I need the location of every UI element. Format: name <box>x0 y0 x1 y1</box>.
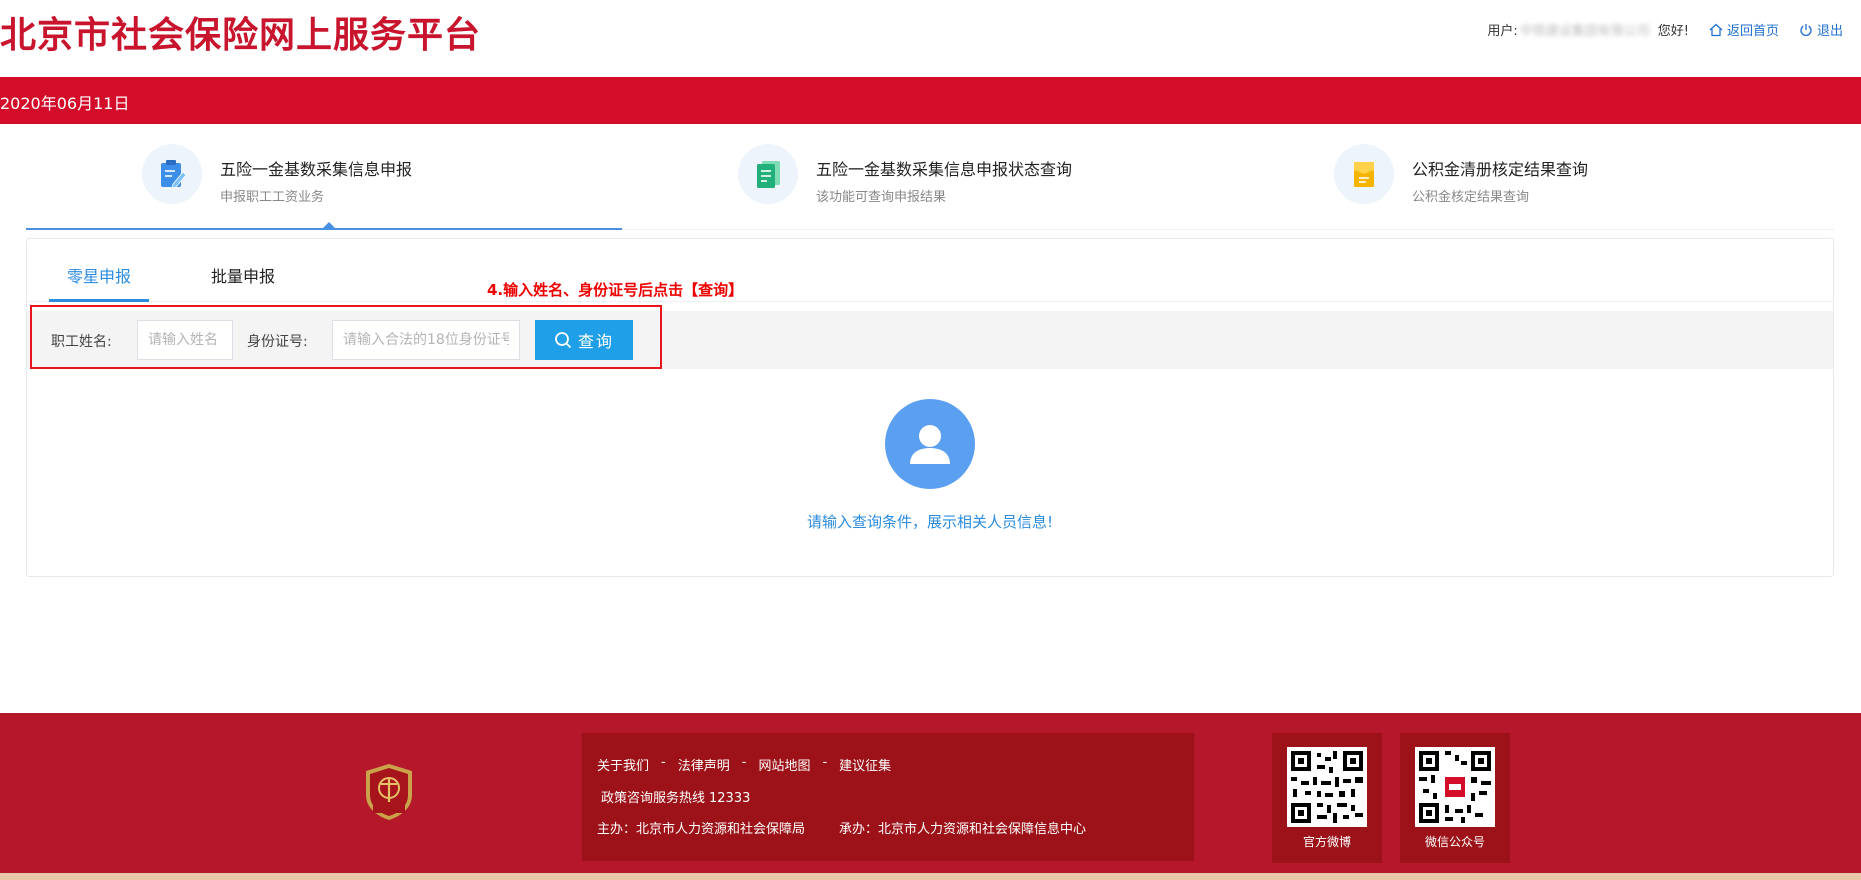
date-bar: 2020年06月11日 <box>0 77 1861 124</box>
qr-code-icon <box>1415 747 1495 827</box>
sub-tabs: 零星申报 批量申报 <box>27 239 1833 302</box>
document-icon <box>738 144 798 204</box>
qr-weibo: 官方微博 <box>1272 733 1382 863</box>
footer-link-legal[interactable]: 法律声明 <box>678 755 730 774</box>
annotation-highlight-box <box>30 305 662 369</box>
active-tab-indicator <box>26 228 622 230</box>
sub-tab-underline <box>49 299 149 302</box>
edit-form-icon <box>142 144 202 204</box>
footer-hotline: 政策咨询服务热线 12333 <box>597 787 750 806</box>
tab-batch-declaration[interactable]: 批量申报 <box>211 263 275 287</box>
qr-code-icon <box>1287 747 1367 827</box>
home-link[interactable]: 返回首页 <box>1709 20 1779 39</box>
page-root: 北京市社会保险网上服务平台 用户: 中铁建设集团有限公司 您好! 返回首页 退出 <box>0 0 1861 880</box>
site-title: 北京市社会保险网上服务平台 <box>0 15 482 56</box>
qr-label: 官方微博 <box>1302 835 1351 849</box>
footer-link-separator: - <box>661 755 666 770</box>
func-tab-title: 五险一金基数采集信息申报 <box>220 160 413 179</box>
hotline-label: 政策咨询服务热线 <box>601 791 706 806</box>
empty-state: 请输入查询条件，展示相关人员信息! <box>27 399 1833 532</box>
folder-icon <box>1334 144 1394 204</box>
home-icon <box>1709 23 1723 36</box>
home-link-label: 返回首页 <box>1726 24 1779 39</box>
func-tab-title: 五险一金基数采集信息申报状态查询 <box>816 160 1073 179</box>
footer-bottom-strip <box>0 873 1861 880</box>
main-panel: 零星申报 批量申报 4.输入姓名、身份证号后点击【查询】 职工姓名: 身份证号:… <box>26 238 1834 577</box>
active-tab-caret <box>323 222 335 228</box>
footer-link-separator: - <box>741 755 747 770</box>
footer-links: 关于我们 - 法律声明 - 网站地图 - 建议征集 <box>597 755 891 774</box>
func-tab-status-query[interactable]: 五险一金基数采集信息申报状态查询 该功能可查询申报结果 <box>738 140 1072 230</box>
hotline-number: 12333 <box>709 791 751 806</box>
current-date: 2020年06月11日 <box>0 94 130 113</box>
footer-link-feedback[interactable]: 建议征集 <box>839 755 891 774</box>
qr-label: 微信公众号 <box>1424 835 1485 849</box>
footer-link-sitemap[interactable]: 网站地图 <box>758 755 810 774</box>
user-area: 用户: 中铁建设集团有限公司 您好! 返回首页 退出 <box>1487 20 1843 39</box>
func-tab-fund-query[interactable]: 公积金清册核定结果查询 公积金核定结果查询 <box>1334 140 1588 230</box>
instruction-annotation: 4.输入姓名、身份证号后点击【查询】 <box>487 281 744 299</box>
qr-wechat: 微信公众号 <box>1400 733 1510 863</box>
function-tabs: 五险一金基数采集信息申报 申报职工工资业务 五险一金基数采集信息申报状态查询 该… <box>26 140 1834 230</box>
user-name: 中铁建设集团有限公司 <box>1519 24 1650 39</box>
power-icon <box>1800 23 1812 36</box>
footer-host: 主办：北京市人力资源和社会保障局 <box>597 822 806 837</box>
func-tab-subtitle: 该功能可查询申报结果 <box>816 190 947 205</box>
footer-link-about[interactable]: 关于我们 <box>597 755 649 774</box>
footer-organizer: 承办：北京市人力资源和社会保障信息中心 <box>839 822 1087 837</box>
government-badge-icon[interactable] <box>363 762 415 822</box>
footer-credits: 主办：北京市人力资源和社会保障局 承办：北京市人力资源和社会保障信息中心 <box>597 818 1086 837</box>
header: 北京市社会保险网上服务平台 用户: 中铁建设集团有限公司 您好! 返回首页 退出 <box>0 0 1861 77</box>
logout-link[interactable]: 退出 <box>1799 20 1843 39</box>
logout-link-label: 退出 <box>1816 24 1843 39</box>
func-tab-title: 公积金清册核定结果查询 <box>1412 160 1589 179</box>
empty-state-message: 请输入查询条件，展示相关人员信息! <box>806 513 1053 531</box>
func-tab-declaration[interactable]: 五险一金基数采集信息申报 申报职工工资业务 <box>142 140 412 230</box>
func-tab-subtitle: 申报职工工资业务 <box>220 190 325 205</box>
footer: 关于我们 - 法律声明 - 网站地图 - 建议征集 政策咨询服务热线 12333 … <box>0 713 1861 880</box>
func-tab-subtitle: 公积金核定结果查询 <box>1412 190 1530 205</box>
footer-info: 关于我们 - 法律声明 - 网站地图 - 建议征集 政策咨询服务热线 12333 … <box>582 733 1194 861</box>
user-label: 用户: <box>1487 24 1518 39</box>
greeting: 您好! <box>1657 24 1689 39</box>
person-avatar-icon <box>885 399 975 489</box>
footer-link-separator: - <box>822 755 828 770</box>
tab-sporadic-declaration[interactable]: 零星申报 <box>67 263 131 287</box>
